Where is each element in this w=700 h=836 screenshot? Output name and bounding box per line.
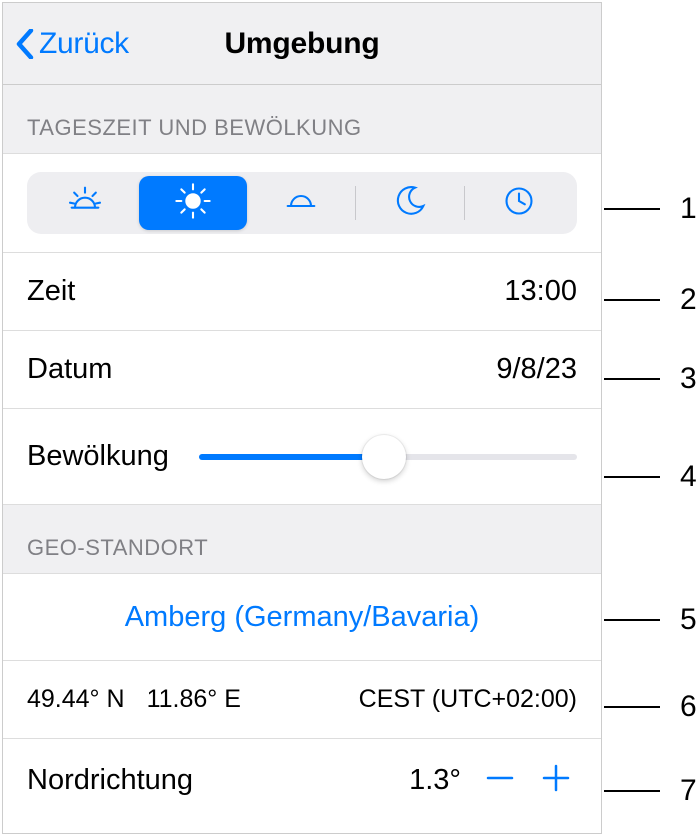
- date-row[interactable]: Datum 9/8/23: [3, 330, 601, 408]
- segment-sunset[interactable]: [247, 176, 355, 230]
- clouds-slider[interactable]: [199, 435, 577, 479]
- time-label: Zeit: [27, 275, 75, 308]
- callout-number: 6: [680, 690, 697, 724]
- sun-icon: [173, 181, 213, 226]
- north-stepper: [479, 760, 577, 802]
- callout-number: 1: [680, 192, 697, 226]
- callout-number: 2: [680, 283, 697, 317]
- chevron-left-icon: [15, 27, 35, 61]
- date-value: 9/8/23: [496, 353, 577, 386]
- segment-sunrise[interactable]: [31, 176, 139, 230]
- decrement-button[interactable]: [479, 760, 521, 802]
- segment-day[interactable]: [139, 176, 247, 230]
- slider-fill: [199, 454, 384, 460]
- time-row[interactable]: Zeit 13:00: [3, 252, 601, 330]
- page-title: Umgebung: [224, 27, 379, 61]
- location-label: Amberg (Germany/Bavaria): [125, 601, 480, 634]
- clock-icon: [499, 181, 539, 226]
- section-header-time-clouds: TAGESZEIT UND BEWÖLKUNG: [3, 85, 601, 154]
- back-button[interactable]: Zurück: [15, 27, 129, 61]
- slider-thumb[interactable]: [362, 435, 406, 479]
- sunrise-icon: [65, 181, 105, 226]
- minus-icon: [482, 760, 518, 801]
- segment-night[interactable]: [356, 176, 464, 230]
- settings-panel: Zurück Umgebung TAGESZEIT UND BEWÖLKUNG: [2, 2, 602, 834]
- clouds-label: Bewölkung: [27, 440, 169, 473]
- back-label: Zurück: [39, 27, 129, 61]
- plus-icon: [538, 760, 574, 801]
- callout-number: 4: [680, 460, 697, 494]
- moon-icon: [390, 181, 430, 226]
- north-value: 1.3°: [409, 764, 461, 797]
- callout-number: 3: [680, 362, 697, 396]
- time-value: 13:00: [504, 275, 577, 308]
- date-label: Datum: [27, 353, 112, 386]
- segment-custom-time[interactable]: [465, 176, 573, 230]
- longitude-value: 11.86° E: [147, 685, 241, 714]
- section-header-geo: GEO-STANDORT: [3, 504, 601, 574]
- navigation-bar: Zurück Umgebung: [3, 3, 601, 85]
- timezone-value: CEST (UTC+02:00): [359, 685, 577, 714]
- north-label: Nordrichtung: [27, 764, 193, 797]
- clouds-row: Bewölkung: [3, 408, 601, 504]
- north-direction-row: Nordrichtung 1.3°: [3, 738, 601, 822]
- latitude-value: 49.44° N: [27, 685, 125, 714]
- location-button[interactable]: Amberg (Germany/Bavaria): [3, 574, 601, 660]
- callout-number: 7: [680, 774, 697, 808]
- callout-number: 5: [680, 603, 697, 637]
- sunset-icon: [281, 181, 321, 226]
- increment-button[interactable]: [535, 760, 577, 802]
- time-of-day-segments: [27, 172, 577, 234]
- coordinates-row: 49.44° N 11.86° E CEST (UTC+02:00): [3, 660, 601, 738]
